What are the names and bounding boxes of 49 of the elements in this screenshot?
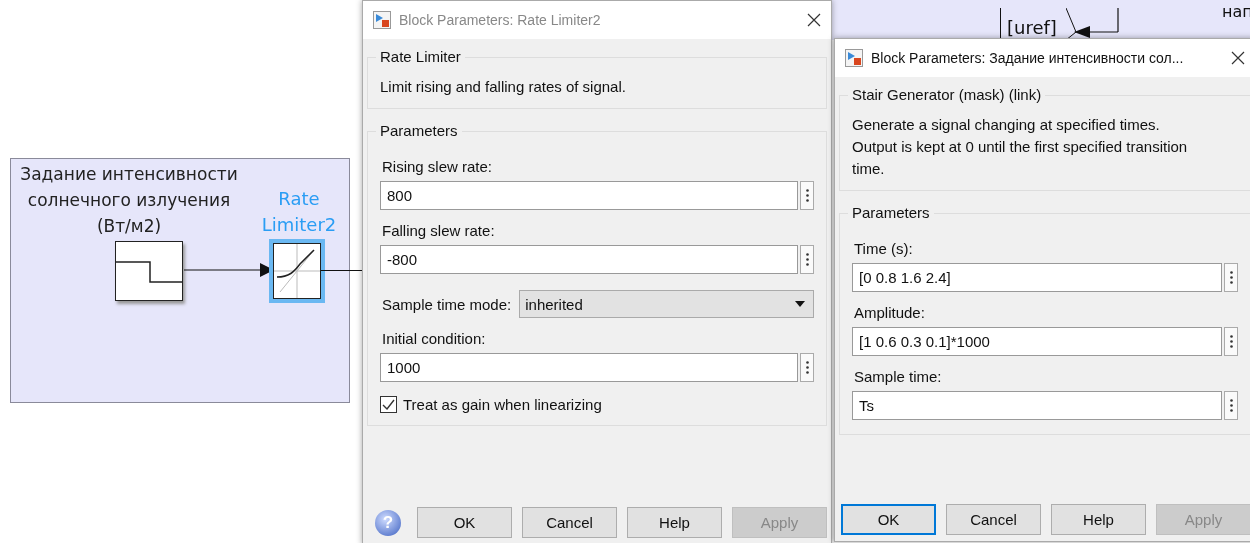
parameter-label: Rising slew rate: (382, 158, 494, 175)
options-button[interactable] (1224, 263, 1238, 292)
parameter-label: Time (s): (854, 240, 914, 257)
input-field[interactable]: [1 0.6 0.3 0.1]*1000 (852, 327, 1222, 356)
options-button[interactable] (1224, 327, 1238, 356)
block-description: Limit rising and falling rates of signal. (380, 77, 627, 97)
more-icon (805, 361, 809, 374)
options-button[interactable] (800, 353, 814, 382)
input-field[interactable]: 1000 (380, 353, 798, 382)
app-icon (373, 11, 391, 29)
dialog-button[interactable]: OK (841, 504, 936, 535)
options-button[interactable] (800, 181, 814, 210)
parameter-label: Sample time mode: (382, 295, 512, 313)
window-title: Block Parameters: Rate Limiter2 (399, 12, 602, 28)
more-icon (1229, 399, 1233, 412)
signal-line (321, 270, 363, 271)
input-field[interactable]: [0 0.8 1.6 2.4] (852, 263, 1222, 292)
dialog-button[interactable]: OK (417, 507, 512, 538)
app-icon (845, 49, 863, 67)
more-icon (1229, 271, 1233, 284)
dropdown[interactable]: inherited (519, 290, 814, 318)
parameter-label: Falling slew rate: (382, 222, 496, 239)
close-icon[interactable] (807, 13, 821, 27)
block-description: Generate a signal changing at specified times. Output is kept at 0 until the first specified transition time. (852, 115, 1189, 179)
window-title: Block Parameters: Задание интенсивности сол... (871, 50, 1185, 66)
checkbox-label: Treat as gain when linearizing (403, 396, 602, 413)
stair-generator-block[interactable] (115, 241, 183, 301)
more-icon (805, 253, 809, 266)
more-icon (1229, 335, 1233, 348)
input-field[interactable]: 800 (380, 181, 798, 210)
caret-icon (795, 301, 805, 307)
input-field[interactable]: Ts (852, 391, 1222, 420)
group-title: Stair Generator (mask) (link) (848, 86, 1046, 103)
dialog-button[interactable]: Help (627, 507, 722, 538)
parameter-label: Initial condition: (382, 330, 487, 347)
options-button[interactable] (800, 245, 814, 274)
group-title: Rate Limiter (376, 48, 465, 65)
block-label: Rate Limiter2 (260, 187, 338, 237)
options-button[interactable] (1224, 391, 1238, 420)
more-icon (805, 189, 809, 202)
close-icon[interactable] (1231, 51, 1245, 65)
dialog-button[interactable]: Cancel (522, 507, 617, 538)
parameter-label: Amplitude: (854, 304, 926, 321)
subsystem-label: Задание интенсивности солнечного излучения (Вт/м2) (19, 163, 239, 238)
parameter-label: Sample time: (854, 368, 943, 385)
input-field[interactable]: -800 (380, 245, 798, 274)
dialog-button[interactable]: Cancel (946, 504, 1041, 535)
dialog-button[interactable]: Help (1051, 504, 1146, 535)
checkbox[interactable] (380, 396, 397, 413)
